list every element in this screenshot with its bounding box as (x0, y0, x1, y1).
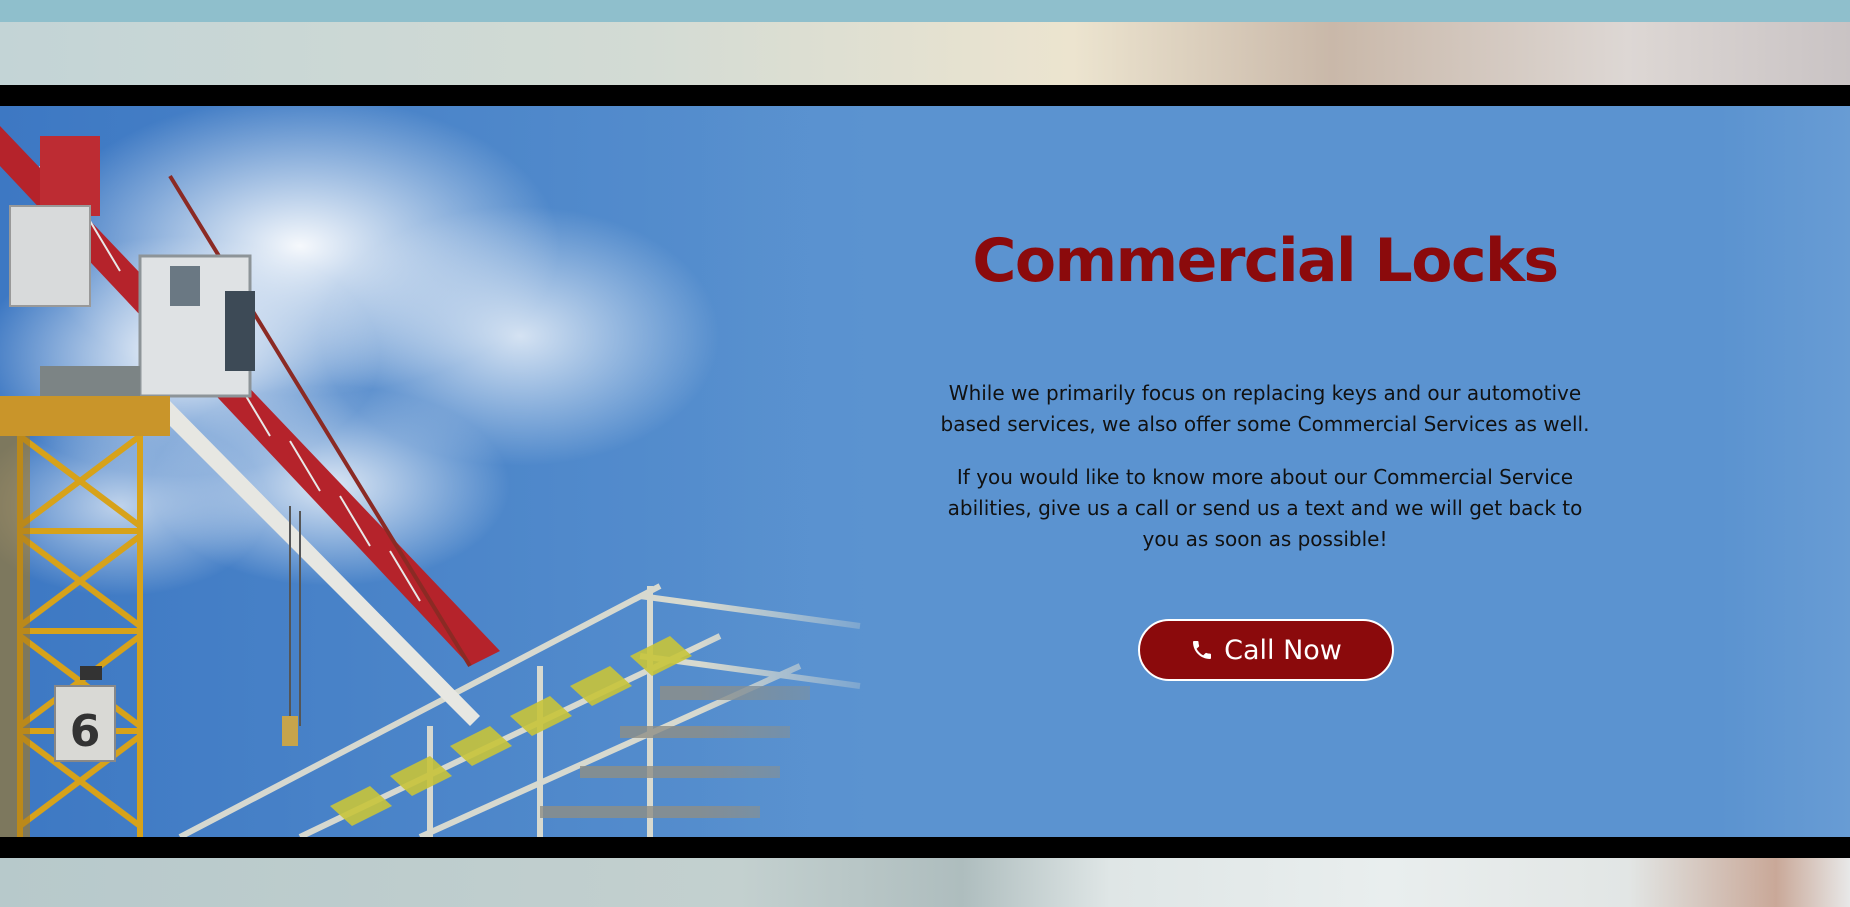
image-fade-overlay (700, 106, 920, 837)
next-section-image (0, 858, 1850, 907)
section-title: Commercial Locks (972, 226, 1559, 296)
call-now-button[interactable]: Call Now (1138, 619, 1394, 681)
top-strip (0, 0, 1850, 22)
phone-icon (1190, 638, 1214, 662)
previous-section-image (0, 22, 1850, 85)
contact-paragraph: If you would like to know more about our… (947, 465, 1583, 551)
svg-text:6: 6 (70, 706, 101, 757)
commercial-locks-section: 6 Commercial Locks While we primarily fo… (0, 106, 1850, 837)
section-divider-bottom (0, 837, 1850, 858)
hero-content: Commercial Locks While we primarily focu… (930, 106, 1600, 837)
section-divider-top (0, 85, 1850, 106)
right-edge-overlay (1720, 106, 1850, 837)
intro-paragraph: While we primarily focus on replacing ke… (940, 381, 1590, 436)
call-now-label: Call Now (1224, 634, 1342, 666)
